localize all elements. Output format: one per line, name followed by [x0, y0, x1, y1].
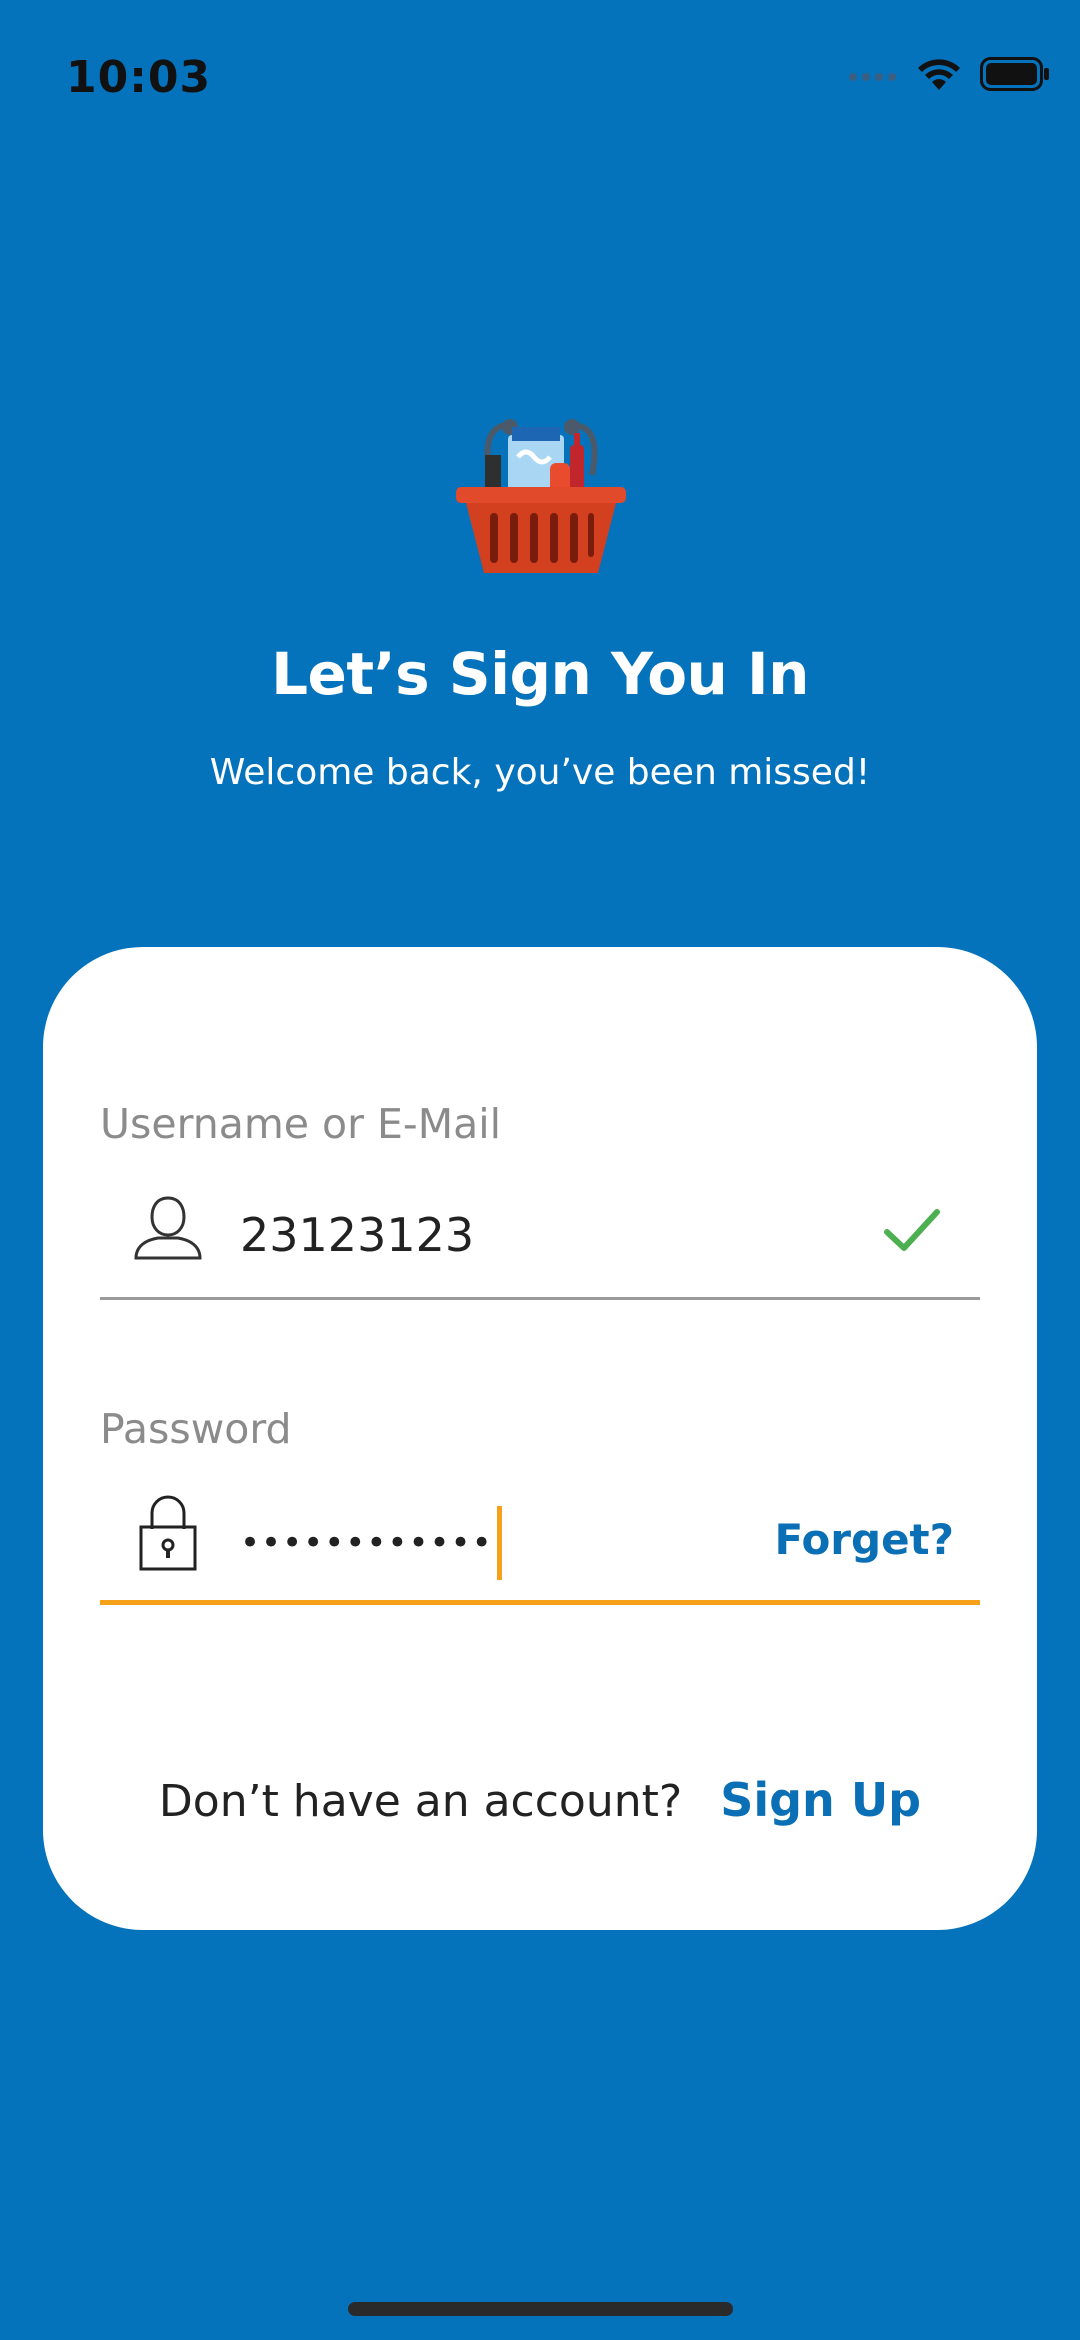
page-title: Let’s Sign You In [271, 640, 809, 708]
username-underline [100, 1297, 980, 1300]
forgot-password-link[interactable]: Forget? [774, 1515, 954, 1564]
username-input[interactable] [240, 1208, 820, 1262]
status-icons [848, 56, 1050, 96]
shopping-basket-icon [450, 405, 632, 587]
password-underline [100, 1600, 980, 1605]
password-label: Password [100, 1405, 292, 1453]
password-input[interactable]: •••••••••••• [240, 1506, 502, 1580]
status-time: 10:03 [66, 52, 212, 103]
home-indicator[interactable] [348, 2302, 733, 2316]
signup-prompt: Don’t have an account? [158, 1776, 683, 1827]
password-field[interactable]: •••••••••••• Forget? [100, 1485, 980, 1605]
username-label: Username or E-Mail [100, 1100, 501, 1148]
battery-icon [980, 57, 1050, 95]
status-bar: 10:03 [0, 0, 1080, 150]
signup-row: Don’t have an account? Sign Up [0, 1773, 1080, 1827]
page-subtitle: Welcome back, you’ve been missed! [209, 752, 871, 793]
user-icon [132, 1192, 204, 1268]
password-masked-value: •••••••••••• [240, 1523, 493, 1563]
cellular-signal-icon [848, 67, 898, 86]
checkmark-icon [882, 1206, 942, 1258]
wifi-icon [916, 56, 962, 96]
lock-icon [138, 1493, 198, 1577]
sign-up-link[interactable]: Sign Up [720, 1773, 921, 1827]
text-caret [496, 1506, 502, 1580]
username-field[interactable] [100, 1180, 980, 1300]
